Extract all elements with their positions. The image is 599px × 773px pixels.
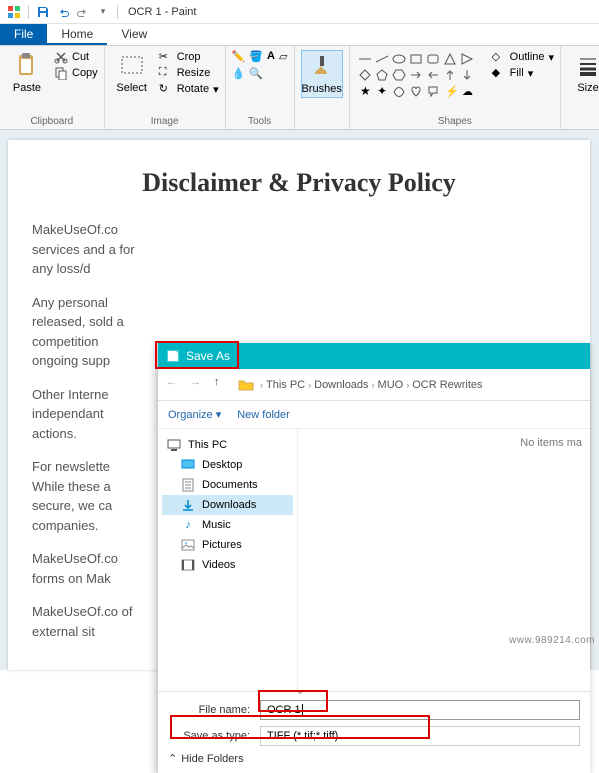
- body-text: MakeUseOf.co of external sit: [32, 602, 144, 641]
- tab-view[interactable]: View: [107, 24, 161, 45]
- body-text: For newslette While these a secure, we c…: [32, 457, 144, 535]
- redo-icon[interactable]: [75, 4, 91, 20]
- shape-fill-button[interactable]: ◆Fill ▾: [492, 66, 554, 80]
- page-heading: Disclaimer & Privacy Policy: [32, 168, 566, 198]
- group-tools: ✏️ 🪣 A ▱ 💧 🔍 Tools: [226, 46, 295, 129]
- downloads-icon: [180, 498, 196, 512]
- pictures-icon: [180, 538, 196, 552]
- svg-text:✦: ✦: [377, 84, 387, 98]
- folder-tree[interactable]: This PC Desktop Documents Downloads ♪Mus…: [158, 429, 298, 691]
- select-button[interactable]: Select: [111, 50, 153, 96]
- group-clipboard: Paste Cut Copy Clipboard: [0, 46, 105, 129]
- body-text: MakeUseOf.co services and a for any loss…: [32, 220, 144, 279]
- save-icon[interactable]: [35, 4, 51, 20]
- group-image: Select ✂Crop ⛶Resize ↻Rotate ▾ Image: [105, 46, 226, 129]
- resize-icon: ⛶: [159, 66, 173, 80]
- group-size: Size: [561, 46, 599, 129]
- tree-pictures[interactable]: Pictures: [162, 535, 293, 555]
- chevron-down-icon[interactable]: ▾: [95, 4, 111, 20]
- rotate-icon: ↻: [159, 82, 173, 96]
- documents-icon: [180, 478, 196, 492]
- select-icon: [118, 52, 146, 80]
- brush-icon: [308, 53, 336, 81]
- cut-icon: [54, 50, 68, 64]
- paste-button[interactable]: Paste: [6, 50, 48, 96]
- quick-access-toolbar: ▾ OCR 1 - Paint: [0, 0, 599, 24]
- shapes-gallery[interactable]: ★ ✦ ⚡ ☁: [356, 50, 486, 100]
- text-icon[interactable]: A: [267, 50, 275, 62]
- save-as-icon: [166, 349, 180, 363]
- size-icon: [574, 52, 599, 80]
- dialog-nav: ← → ↑ ›This PC ›Downloads ›MUO ›OCR Rewr…: [158, 369, 590, 401]
- filename-label: File name:: [168, 704, 260, 716]
- copy-icon: [54, 66, 68, 80]
- ribbon: Paste Cut Copy Clipboard Select ✂Crop ⛶R…: [0, 46, 599, 130]
- fill-icon: ◆: [492, 66, 506, 80]
- chevron-up-icon: ⌃: [168, 752, 177, 765]
- window-title: OCR 1 - Paint: [128, 6, 196, 18]
- body-text: Any personal released, sold a competitio…: [32, 293, 144, 371]
- file-list[interactable]: No items ma: [298, 429, 590, 691]
- eraser-icon[interactable]: ▱: [279, 50, 287, 63]
- newfolder-button[interactable]: New folder: [237, 409, 290, 421]
- dialog-titlebar[interactable]: Save As: [158, 343, 590, 369]
- tab-file[interactable]: File: [0, 24, 47, 45]
- undo-icon[interactable]: [55, 4, 71, 20]
- body-text: MakeUseOf.co forms on Mak: [32, 549, 144, 588]
- svg-text:☁: ☁: [462, 86, 473, 98]
- ribbon-tabs: File Home View: [0, 24, 599, 46]
- size-button[interactable]: Size: [567, 50, 599, 96]
- paste-icon: [13, 52, 41, 80]
- tree-downloads[interactable]: Downloads: [162, 495, 293, 515]
- dialog-title: Save As: [186, 349, 230, 363]
- tree-music[interactable]: ♪Music: [162, 515, 293, 535]
- tree-documents[interactable]: Documents: [162, 475, 293, 495]
- resize-button[interactable]: ⛶Resize: [159, 66, 219, 80]
- group-brushes: Brushes: [295, 46, 350, 129]
- app-icon: [6, 4, 22, 20]
- cut-button[interactable]: Cut: [54, 50, 98, 64]
- watermark: www.989214.com: [509, 635, 595, 646]
- organize-button[interactable]: Organize ▾: [168, 408, 221, 421]
- brushes-button[interactable]: Brushes: [301, 50, 343, 98]
- shape-outline-button[interactable]: ◇Outline ▾: [492, 50, 554, 64]
- svg-text:★: ★: [360, 84, 371, 98]
- desktop-icon: [180, 458, 196, 472]
- tab-home[interactable]: Home: [47, 24, 107, 45]
- empty-message: No items ma: [520, 437, 582, 449]
- dialog-toolbar: Organize ▾ New folder: [158, 401, 590, 429]
- tree-desktop[interactable]: Desktop: [162, 455, 293, 475]
- crop-icon: ✂: [159, 50, 173, 64]
- bucket-icon[interactable]: 🪣: [249, 50, 263, 63]
- crop-button[interactable]: ✂Crop: [159, 50, 219, 64]
- picker-icon[interactable]: 💧: [232, 67, 246, 80]
- saveastype-label: Save as type:: [168, 730, 260, 742]
- dialog-bottom: ⌄ File name: OCR 1 Save as type: TIFF (*…: [158, 691, 590, 773]
- copy-button[interactable]: Copy: [54, 66, 98, 80]
- pencil-icon[interactable]: ✏️: [232, 50, 246, 63]
- tree-this-pc[interactable]: This PC: [162, 435, 293, 455]
- body-text: Other Interne independant actions.: [32, 385, 144, 444]
- tree-videos[interactable]: Videos: [162, 555, 293, 575]
- folder-icon: [238, 378, 254, 392]
- pc-icon: [166, 438, 182, 452]
- outline-icon: ◇: [492, 50, 506, 64]
- nav-up-icon[interactable]: ↑: [214, 376, 232, 394]
- group-shapes: ★ ✦ ⚡ ☁ ◇Outline ▾ ◆Fill ▾ Shapes: [350, 46, 561, 129]
- nav-forward-icon[interactable]: →: [190, 376, 208, 394]
- canvas-area: Disclaimer & Privacy Policy MakeUseOf.co…: [0, 130, 599, 670]
- zoom-icon[interactable]: 🔍: [249, 67, 263, 80]
- hide-folders-button[interactable]: ⌃ Hide Folders: [168, 752, 580, 765]
- rotate-button[interactable]: ↻Rotate ▾: [159, 82, 219, 96]
- videos-icon: [180, 558, 196, 572]
- music-icon: ♪: [180, 518, 196, 532]
- svg-text:⚡: ⚡: [445, 85, 457, 98]
- save-as-dialog: Save As ← → ↑ ›This PC ›Downloads ›MUO ›…: [158, 343, 590, 773]
- breadcrumb[interactable]: ›This PC ›Downloads ›MUO ›OCR Rewrites: [260, 379, 483, 391]
- filename-input[interactable]: OCR 1: [260, 700, 580, 720]
- nav-back-icon[interactable]: ←: [166, 376, 184, 394]
- saveastype-select[interactable]: TIFF (*.tif;*.tiff): [260, 726, 580, 746]
